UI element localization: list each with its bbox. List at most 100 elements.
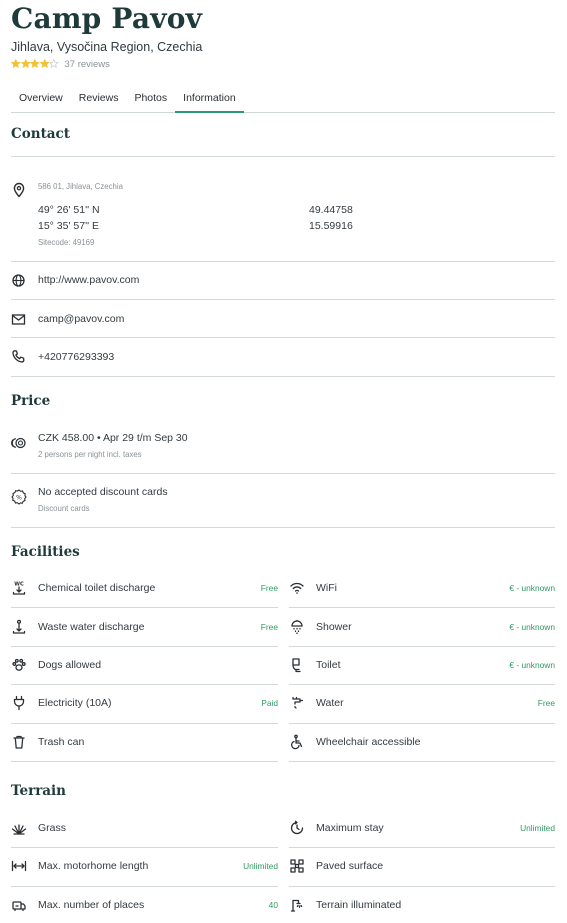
facility-label: Waste water discharge [38, 620, 145, 633]
divider [11, 156, 555, 157]
facility-label: Shower [316, 620, 352, 633]
coins-icon [11, 435, 27, 451]
discount-cards-main: No accepted discount cards [38, 486, 168, 498]
trash-icon [11, 734, 27, 750]
star-filled-icon [20, 59, 30, 69]
latitude-decimal: 49.44758 [309, 204, 353, 216]
website-link[interactable]: http://www.pavov.com [38, 274, 139, 286]
max-stay-icon [289, 820, 305, 836]
facility-row: Terrain illuminated [289, 887, 555, 923]
divider [289, 760, 555, 762]
facility-row: Dogs allowed [11, 647, 278, 686]
water-tap-icon [289, 695, 305, 711]
price-main: CZK 458.00 • Apr 29 t/m Sep 30 [38, 432, 188, 444]
paved-surface-icon [289, 858, 305, 874]
facility-value: 40 [268, 899, 278, 910]
facility-label: Electricity (10A) [38, 697, 112, 710]
facility-row: Max. number of places 40 [11, 887, 278, 923]
facility-row: Shower € - unknown [289, 608, 555, 647]
facility-row: Grass [11, 810, 278, 849]
star-rating [11, 59, 59, 69]
facility-value: Unlimited [520, 823, 555, 834]
facility-label: Max. motorhome length [38, 860, 149, 873]
star-empty-icon [49, 59, 59, 69]
terrain-illuminated-icon [289, 897, 305, 913]
facility-label: Chemical toilet discharge [38, 582, 156, 595]
facility-label: Max. number of places [38, 898, 145, 911]
terrain-heading: Terrain [11, 783, 67, 799]
divider [11, 527, 555, 528]
grass-icon [11, 820, 27, 836]
chemical-toilet-icon: WC [11, 580, 27, 596]
longitude-dms: 15° 35' 57'' E [38, 220, 100, 232]
address: 586 01, Jihlava, Czechia [38, 182, 123, 191]
tab-photos[interactable]: Photos [126, 84, 175, 113]
discount-badge-icon: % [11, 489, 27, 505]
price-heading: Price [11, 393, 51, 409]
facility-row: WC Chemical toilet discharge Free [11, 570, 278, 609]
facility-row: Electricity (10A) Paid [11, 685, 278, 724]
facility-value: Free [260, 621, 278, 632]
facility-label: Wheelchair accessible [316, 735, 421, 748]
facility-label: Water [316, 697, 344, 710]
facility-row: Max. motorhome length Unlimited [11, 848, 278, 887]
tab-reviews[interactable]: Reviews [71, 84, 127, 113]
facility-label: Terrain illuminated [316, 898, 402, 911]
facility-value: Free [537, 698, 555, 709]
phone-icon [11, 349, 27, 365]
latitude-dms: 49° 26' 51'' N [38, 204, 100, 216]
star-filled-icon [11, 59, 21, 69]
divider [11, 261, 555, 262]
reviews-count[interactable]: 37 reviews [65, 59, 110, 70]
waste-water-icon [11, 619, 27, 635]
divider [11, 337, 555, 338]
facility-value: Free [260, 583, 278, 594]
tab-information[interactable]: Information [175, 84, 244, 113]
places-icon [11, 897, 27, 913]
star-filled-icon [39, 59, 49, 69]
facility-label: Trash can [38, 735, 85, 748]
toilet-icon [289, 657, 305, 673]
facility-label: Maximum stay [316, 822, 384, 835]
longitude-decimal: 15.59916 [309, 220, 353, 232]
facility-row: Paved surface [289, 848, 555, 887]
facility-value: € - unknown [509, 659, 555, 670]
wifi-icon [289, 580, 305, 596]
tab-overview[interactable]: Overview [11, 84, 71, 113]
facility-row: Maximum stay Unlimited [289, 810, 555, 849]
facility-row: WiFi € - unknown [289, 570, 555, 609]
plug-icon [11, 695, 27, 711]
location-text: Jihlava, Vysočina Region, Czechia [11, 40, 203, 54]
location-pin-icon [11, 182, 27, 198]
facility-row: Toilet € - unknown [289, 647, 555, 686]
facility-row: Water Free [289, 685, 555, 724]
email-link[interactable]: camp@pavov.com [38, 313, 124, 325]
phone-link[interactable]: +420776293393 [38, 351, 114, 363]
facility-row: Waste water discharge Free [11, 608, 278, 647]
svg-text:%: % [16, 494, 22, 501]
facility-label: Grass [38, 822, 67, 835]
facility-row: Wheelchair accessible [289, 724, 555, 762]
facility-label: Paved surface [316, 860, 384, 873]
rating[interactable]: 37 reviews [11, 58, 110, 70]
contact-heading: Contact [11, 126, 71, 142]
facility-value: Paid [261, 698, 278, 709]
mail-icon [11, 312, 27, 328]
globe-icon [11, 273, 27, 289]
divider [11, 473, 555, 474]
facility-value: Unlimited [243, 861, 278, 872]
sitecode: Sitecode: 49169 [38, 238, 95, 247]
divider [11, 376, 555, 377]
divider [11, 760, 278, 762]
wheelchair-icon [289, 734, 305, 750]
discount-cards-sub: Discount cards [38, 504, 90, 513]
facility-value: € - unknown [509, 583, 555, 594]
divider [11, 299, 555, 300]
page-title: Camp Pavov [11, 2, 203, 35]
facility-label: WiFi [316, 582, 337, 595]
paw-icon [11, 657, 27, 673]
facility-row: Trash can [11, 724, 278, 762]
star-filled-icon [30, 59, 40, 69]
facility-label: Toilet [316, 658, 341, 671]
facility-label: Dogs allowed [38, 658, 102, 671]
